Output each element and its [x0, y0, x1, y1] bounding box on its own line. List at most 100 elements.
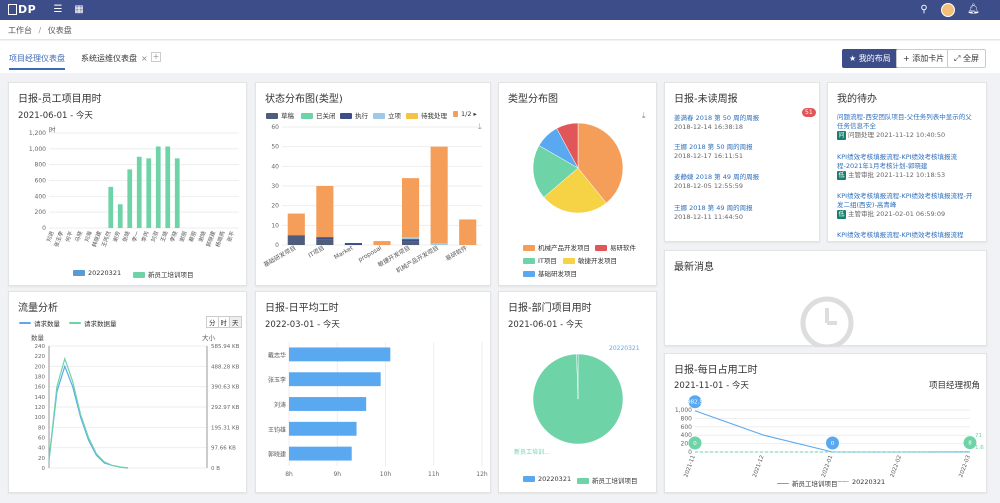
- list-item[interactable]: 麦静婕 2018 第 49 周的周报 2018-12-05 12:55:59: [674, 173, 814, 191]
- list-item[interactable]: 王娜 2018 第 50 周的周报 2018-12-17 16:11:51: [674, 143, 814, 161]
- breadcrumb-home[interactable]: 工作台: [8, 26, 32, 35]
- x-tick-label: 2022-03: [958, 454, 972, 478]
- right-label: 1.6: [975, 445, 984, 451]
- list-item[interactable]: 问题流程-西安团队项目-父任务列表中显示的父任务信息不全问问题处理 2021-1…: [837, 113, 977, 140]
- list-item[interactable]: KPI绩效考核填报流程-KPI绩效考核填报流程-开发二组(西安)-高青峰低主管审…: [837, 192, 977, 219]
- y-tick-label: 50: [271, 144, 279, 151]
- list-item[interactable]: KPI绩效考核填报流程-KPI绩效考核填报流程-2021年1月考核计划-郭晓建低…: [837, 153, 977, 180]
- clock-icon: [800, 296, 854, 347]
- bar-segment: [459, 219, 477, 245]
- legend-new-staff[interactable]: 新员工培训项目: [133, 269, 194, 279]
- bar-segment: [402, 237, 420, 240]
- right-label: 71: [975, 433, 982, 439]
- x-tick-label: 蔡丽: [187, 229, 198, 243]
- bar: [117, 204, 123, 228]
- date-range: 2021-06-01 - 今天: [18, 111, 93, 121]
- avatar[interactable]: [941, 3, 955, 17]
- menu-icon[interactable]: ☰: [52, 4, 64, 16]
- toggle-minute[interactable]: 分: [207, 317, 218, 327]
- legend-easy[interactable]: 易研软件: [595, 242, 636, 252]
- x-tick-label: 何平: [63, 229, 74, 243]
- list-item[interactable]: KPI绩效考核填报流程-KPI绩效考核填报流程: [837, 231, 977, 240]
- bar-segment: [287, 213, 305, 236]
- date-range: 2022-03-01 - 今天: [265, 320, 340, 330]
- legend-request-count[interactable]: 请求数量: [19, 318, 60, 328]
- pie-annotation: 20220321: [609, 345, 640, 352]
- series-line: [48, 364, 129, 469]
- y-tick-label: 刘涛: [274, 401, 286, 409]
- legend-20220321[interactable]: 20220321: [73, 269, 121, 277]
- bar-segment: [402, 241, 420, 245]
- card-type-dist: 类型分布图 ⤓ 机械产品开发项目 易研软件 IT项目 敏捷开发项目 基础研发项目: [498, 82, 657, 286]
- legend-basic[interactable]: 基础研发项目: [523, 268, 577, 278]
- legend-initiated[interactable]: 立项: [373, 110, 401, 120]
- legend-draft[interactable]: 草稿: [266, 110, 294, 120]
- y-tick-label-right: 97.66 KB: [211, 446, 236, 452]
- list-item[interactable]: 姜满春 2018 第 50 周的周报 2018-12-14 16:38:18: [674, 114, 814, 132]
- legend-closed[interactable]: 已关闭: [301, 110, 336, 120]
- list-item[interactable]: 王娜 2018 第 49 周的周报 2018-12-11 11:44:50: [674, 204, 814, 222]
- legend-new-staff[interactable]: 新员工培训项目: [777, 478, 838, 488]
- legend-20220321[interactable]: 20220321: [837, 478, 885, 486]
- legend-new-staff[interactable]: 新员工培训项目: [577, 475, 638, 485]
- daily-avg-chart: 8h 9h 10h 11h 12h 戴志华张玉李刘涛王钧雄郭晓建: [268, 342, 488, 478]
- card-latest-news: 最新消息: [664, 250, 987, 347]
- y-tick-label-right: 390.63 KB: [211, 385, 240, 391]
- legend-20220321[interactable]: 20220321: [523, 475, 571, 483]
- my-layout-button[interactable]: ★ 我的布局: [842, 49, 898, 68]
- y-tick-label: 80: [38, 425, 45, 431]
- x-tick-label: 李丙: [139, 229, 150, 243]
- card-title: 状态分布图(类型): [265, 94, 343, 105]
- card-my-todo: 我的待办 问题流程-西安团队项目-父任务列表中显示的父任务信息不全问问题处理 2…: [827, 82, 987, 242]
- y-tick-label: 0: [42, 225, 46, 232]
- marker-label: 8: [968, 441, 972, 447]
- toggle-hour[interactable]: 时: [217, 317, 230, 327]
- grid-icon[interactable]: ▦: [73, 4, 85, 16]
- x-tick-label: 2022-01: [821, 455, 834, 479]
- card-status-dist: 状态分布图(类型) 草稿 已关闭 执行 立项 待我处理 1/2 ▸ ⤓ 0102…: [255, 82, 491, 286]
- y-tick-label: 140: [35, 395, 46, 401]
- y-tick-label: 800: [35, 162, 47, 169]
- bar: [174, 158, 180, 228]
- card-title: 流量分析: [18, 303, 58, 314]
- toggle-day[interactable]: 天: [229, 317, 241, 327]
- legend-pager[interactable]: 1/2 ▸: [453, 110, 477, 118]
- card-daily-avg: 日报-日平均工时 2022-03-01 - 今天 8h 9h 10h 11h 12h 戴志…: [255, 291, 491, 493]
- dashboard-tabs: 项目经理仪表盘 系统运维仪表盘 × + ★ 我的布局 + 添加卡片 ⤢ 全屏: [0, 41, 1000, 73]
- legend-mech[interactable]: 机械产品开发项目: [523, 242, 590, 252]
- add-card-button[interactable]: + 添加卡片: [896, 49, 952, 68]
- top-navigation-bar: DP ☰ ▦ ⚲ 🔔︎: [0, 0, 1000, 20]
- legend-it[interactable]: IT项目: [523, 255, 557, 265]
- x-tick-label: 李一: [130, 229, 141, 243]
- tab-pm-dashboard[interactable]: 项目经理仪表盘: [9, 53, 65, 70]
- x-tick-label: 刘进: [44, 229, 55, 243]
- y-tick-label: 戴志华: [268, 351, 286, 359]
- legend-agile[interactable]: 敏捷开发项目: [563, 255, 617, 265]
- breadcrumb: 工作台 / 仪表盘: [0, 20, 1000, 40]
- x-tick-label: 2022-02: [890, 455, 903, 479]
- y-tick-label: 180: [35, 375, 46, 381]
- bell-icon[interactable]: 🔔︎: [967, 4, 980, 16]
- fullscreen-button[interactable]: ⤢ 全屏: [947, 49, 986, 68]
- tab-ops-dashboard[interactable]: 系统运维仪表盘 ×: [81, 53, 148, 64]
- card-title: 日报-每日占用工时: [674, 365, 758, 376]
- legend-request-size[interactable]: 请求数据量: [69, 318, 117, 328]
- y-tick-label-right: 0 B: [211, 466, 220, 472]
- card-staff-hours: 日报-员工项目用时 2021-06-01 - 今天 时 0 200 400 600 80…: [8, 82, 247, 286]
- add-tab-icon[interactable]: +: [151, 52, 161, 62]
- date-range: 2021-06-01 - 今天: [508, 320, 583, 330]
- y-tick-label-right: 585.94 KB: [211, 344, 240, 350]
- card-title: 日报-未读周报: [674, 94, 738, 105]
- y-tick-label: 10: [271, 222, 279, 229]
- app-logo[interactable]: DP: [8, 3, 36, 16]
- bar-segment: [373, 241, 391, 245]
- card-title: 日报-日平均工时: [265, 303, 339, 314]
- legend-executing[interactable]: 执行: [340, 110, 368, 120]
- search-icon[interactable]: ⚲: [918, 4, 930, 16]
- close-icon[interactable]: ×: [141, 54, 148, 63]
- y-tick-label: 160: [35, 385, 46, 391]
- legend-pending[interactable]: 待我处理: [406, 110, 447, 120]
- y-tick-label: 60: [271, 124, 279, 131]
- card-title: 最新消息: [674, 262, 714, 273]
- marker-label: 0: [693, 441, 697, 447]
